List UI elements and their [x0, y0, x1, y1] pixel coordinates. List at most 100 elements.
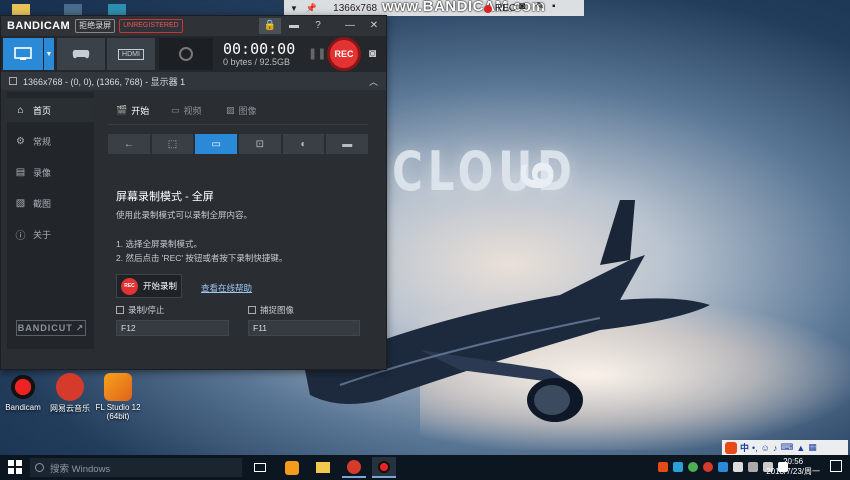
- desktop-shortcut-netease[interactable]: 网易云音乐: [48, 373, 92, 414]
- bandicam-main-panel: 🎬 开始 ▭ 视频 ▨ 图像 ← ⬚ ▭ ⊡ ◐ ▬ 屏幕录制模式 - 全屏 使用此录…: [96, 92, 380, 349]
- capture-target-bar[interactable]: 1366x768 - (0, 0), (1366, 768) - 显示器 1 ︿: [1, 72, 386, 90]
- windows-start-icon[interactable]: [8, 460, 22, 474]
- monitor-icon: [14, 47, 32, 60]
- qq-tray-icon[interactable]: [718, 462, 728, 472]
- cursor-region-icon[interactable]: ⊡: [239, 134, 281, 154]
- sidebar-item-about[interactable]: ⓘ 关于: [7, 222, 94, 246]
- screen-mode-button[interactable]: [3, 38, 43, 70]
- film-icon: ▭: [171, 105, 180, 115]
- ime-language-indicator[interactable]: 中: [740, 441, 749, 454]
- rec-button[interactable]: REC: [327, 37, 361, 71]
- camera-icon[interactable]: ◙: [519, 1, 525, 12]
- sogou-tray-icon[interactable]: [658, 462, 668, 472]
- bandicam-titlebar: BANDICAM 拒绝录屏 UNREGISTERED 🔒 ▬ ? — ✕: [1, 16, 386, 36]
- back-arrow-icon[interactable]: ←: [108, 134, 150, 154]
- recording-overlay-bar: ▼ 📌 1366x768 www.BANDICAM.com REC ◙ ✎ ▪: [284, 0, 584, 16]
- pause-icon[interactable]: ❚❚: [308, 47, 326, 60]
- overlay-rec-indicator: REC: [484, 3, 516, 14]
- overlay-resolution: 1366x768: [333, 2, 378, 14]
- sidebar-item-home[interactable]: ⌂ 首页: [7, 98, 94, 122]
- region-select-icon[interactable]: ⬚: [151, 134, 194, 154]
- dropdown-icon[interactable]: ▼: [290, 4, 298, 13]
- sidebar-item-general[interactable]: ⚙ 常规: [7, 129, 94, 153]
- bandicam-sidebar: ⌂ 首页 ⚙ 常规 ▤ 录像 ▧ 截图 ⓘ 关于 BANDICUT ↗: [7, 92, 94, 349]
- bandicut-button[interactable]: BANDICUT ↗: [16, 320, 86, 336]
- info-icon: ⓘ: [15, 230, 26, 242]
- step-1-text: 1. 选择全屏录制模式。: [116, 239, 202, 249]
- folder-icon[interactable]: ▬: [283, 18, 305, 34]
- hotkey-capture-label: 捕捉图像: [248, 304, 294, 316]
- green-tray-icon[interactable]: [688, 462, 698, 472]
- shield-tray-icon[interactable]: [673, 462, 683, 472]
- target-checkbox[interactable]: [9, 77, 17, 85]
- unregistered-badge[interactable]: UNREGISTERED: [119, 19, 183, 33]
- desktop-shortcut-bandicam[interactable]: Bandicam: [1, 373, 45, 412]
- pin-icon[interactable]: 📌: [306, 3, 317, 14]
- start-recording-button[interactable]: REC 开始录制: [116, 274, 182, 298]
- taskbar-search-input[interactable]: 搜索 Windows: [30, 458, 242, 477]
- hotkey-capture-field[interactable]: F11: [248, 320, 360, 336]
- webcam-preview[interactable]: [159, 38, 213, 70]
- task-view-icon[interactable]: [248, 457, 272, 478]
- file-size-status: 0 bytes / 92.5GB: [223, 57, 291, 67]
- clock-time: 20:56: [783, 457, 804, 466]
- file-explorer-icon[interactable]: [311, 457, 335, 478]
- home-icon: ⌂: [17, 104, 24, 116]
- sidebar-item-video[interactable]: ▤ 录像: [7, 160, 94, 184]
- punctuation-icon[interactable]: •,: [752, 443, 758, 453]
- tab-divider: [108, 124, 368, 125]
- menu-grid-icon[interactable]: ▦: [808, 442, 817, 453]
- taskbar-clock[interactable]: 20:56 2018/7/23/周一: [766, 457, 820, 477]
- mode-title: 屏幕录制模式 - 全屏: [116, 191, 214, 203]
- mic-icon[interactable]: ♪: [773, 443, 778, 453]
- clock-date: 2018/7/23/周一: [766, 467, 820, 476]
- step-2-text: 2. 然后点击 'REC' 按钮或者按下录制快捷键。: [116, 253, 288, 263]
- collapse-icon[interactable]: ︿: [369, 75, 378, 88]
- desktop-shortcut-flstudio[interactable]: FL Studio 12 (64bit): [95, 373, 141, 421]
- hdmi-device-icon[interactable]: ▬: [326, 134, 369, 154]
- hdmi-mode-button[interactable]: HDMI: [107, 38, 155, 70]
- hdmi-icon: HDMI: [118, 48, 144, 60]
- ime-toolbar[interactable]: 中 •, ☺ ♪ ⌨ ▲ ▦: [722, 440, 848, 455]
- notification-center-icon[interactable]: [830, 460, 842, 472]
- skin-icon[interactable]: ▲: [796, 443, 805, 453]
- rec-dot-icon: [484, 4, 492, 13]
- network-icon[interactable]: [748, 462, 758, 472]
- netease-music-icon: [56, 373, 84, 401]
- bandicam-taskbar-icon[interactable]: [372, 457, 396, 478]
- gamepad-mode-icon[interactable]: ◐: [282, 134, 325, 154]
- fullscreen-monitor-icon[interactable]: ▭: [195, 134, 238, 154]
- mode-badge[interactable]: 拒绝录屏: [75, 19, 116, 33]
- emoji-icon[interactable]: ☺: [761, 443, 770, 453]
- fl-studio-taskbar-icon[interactable]: [280, 457, 304, 478]
- screen-mode-dropdown[interactable]: ▼: [44, 38, 54, 70]
- help-button[interactable]: ?: [307, 18, 329, 34]
- tab-start[interactable]: 🎬 开始: [116, 104, 149, 117]
- lock-icon[interactable]: 🔒: [259, 18, 281, 34]
- chevron-up-icon[interactable]: [733, 462, 743, 472]
- minimize-button[interactable]: —: [339, 18, 361, 34]
- hotkey-record-label: 录制/停止: [116, 304, 164, 316]
- game-mode-button[interactable]: [57, 38, 105, 70]
- more-icon[interactable]: ▪: [552, 1, 556, 12]
- poster-number: 9: [509, 160, 561, 191]
- tab-image[interactable]: ▨ 图像: [226, 104, 257, 117]
- sidebar-item-image[interactable]: ▧ 截图: [7, 191, 94, 215]
- image-icon: ▧: [15, 197, 26, 209]
- mode-icon-row: ← ⬚ ▭ ⊡ ◐ ▬: [108, 134, 369, 154]
- tab-video[interactable]: ▭ 视频: [171, 104, 202, 117]
- pencil-icon[interactable]: ✎: [536, 1, 544, 12]
- fl-studio-icon: [104, 373, 132, 401]
- bandicam-app-icon: [9, 373, 37, 401]
- netease-tray-icon[interactable]: [703, 462, 713, 472]
- screenshot-camera-icon[interactable]: ◙: [369, 46, 376, 60]
- external-link-icon: ↗: [75, 322, 85, 333]
- gear-icon: ⚙: [16, 135, 25, 147]
- gamepad-icon: [72, 50, 90, 59]
- online-help-link[interactable]: 查看在线帮助: [201, 282, 252, 294]
- keyboard-icon[interactable]: ⌨: [780, 442, 793, 453]
- close-button[interactable]: ✕: [363, 18, 385, 34]
- netease-taskbar-icon[interactable]: [342, 457, 366, 478]
- hotkey-record-field[interactable]: F12: [116, 320, 229, 336]
- windows-taskbar: 搜索 Windows 20:56 2018/7/23/周一: [0, 455, 850, 480]
